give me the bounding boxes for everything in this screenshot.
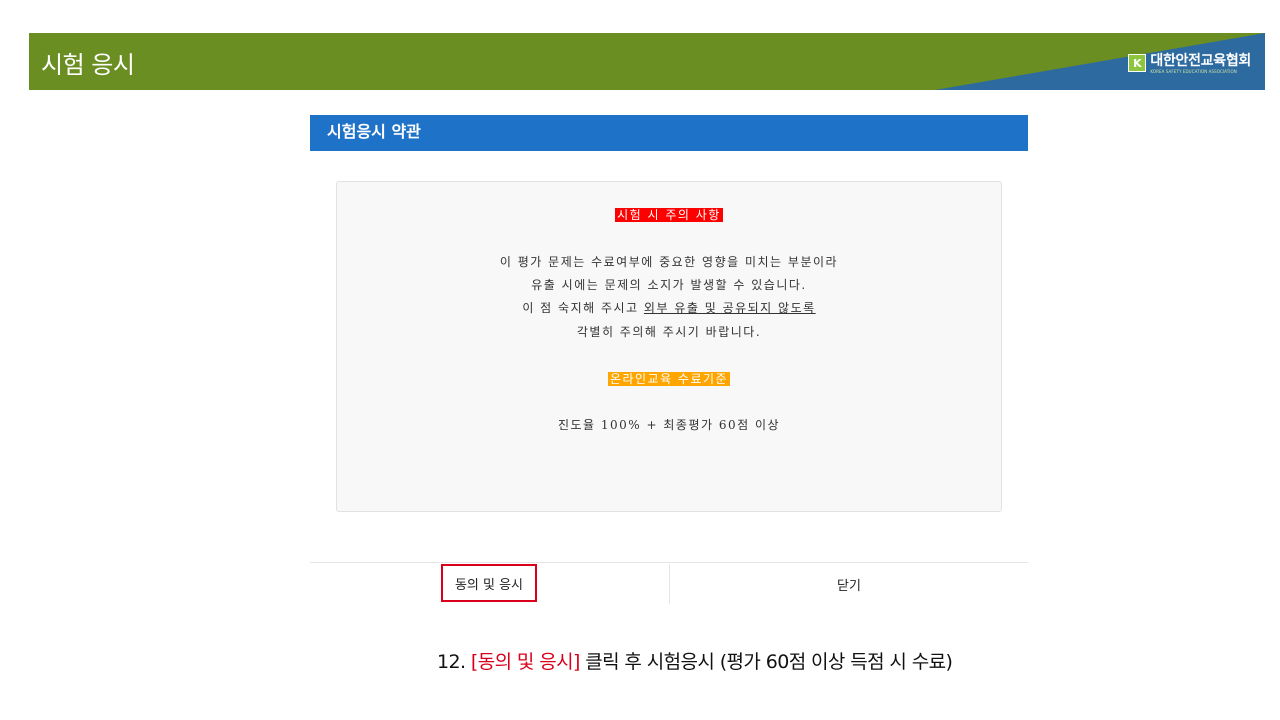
caution-line-3: 이 점 숙지해 주시고	[522, 301, 639, 315]
caption-highlight: [동의 및 응시]	[470, 651, 581, 673]
top-header-bar: 시험 응시 K 대한안전교육협회 KOREA SAFETY EDUCATION …	[29, 33, 1265, 90]
dialog-title: 시험응시 약관	[310, 115, 1028, 151]
caution-line-3-underlined: 외부 유출 및 공유되지 않도록	[643, 301, 816, 315]
page-title: 시험 응시	[41, 51, 135, 79]
button-divider	[310, 562, 1028, 563]
logo-subtitle: KOREA SAFETY EDUCATION ASSOCIATION	[1150, 69, 1237, 74]
exam-terms-dialog: 시험응시 약관 시험 시 주의 사항 이 평가 문제는 수료여부에 중요한 영향…	[310, 115, 1028, 604]
instruction-caption: 12. [동의 및 응시] 클릭 후 시험응시 (평가 60점 이상 득점 시 …	[437, 647, 953, 674]
agree-and-start-button[interactable]: 동의 및 응시	[441, 564, 537, 602]
logo-k-icon: K	[1128, 54, 1147, 72]
association-logo: K 대한안전교육협회 KOREA SAFETY EDUCATION ASSOCI…	[1128, 53, 1251, 74]
caption-rest: 클릭 후 시험응시 (평가 60점 이상 득점 시 수료)	[585, 651, 953, 673]
caution-line-2: 유출 시에는 문제의 소지가 발생할 수 있습니다.	[531, 278, 807, 292]
caution-line-4: 각별히 주의해 주시기 바랍니다.	[576, 325, 762, 339]
close-button[interactable]: 닫기	[670, 564, 1028, 604]
caution-heading: 시험 시 주의 사항	[615, 208, 723, 222]
logo-name: 대한안전교육협회	[1150, 53, 1251, 69]
criteria-heading: 온라인교육 수료기준	[607, 372, 731, 386]
terms-content-box: 시험 시 주의 사항 이 평가 문제는 수료여부에 중요한 영향을 미치는 부분…	[336, 181, 1002, 512]
caption-step: 12.	[437, 651, 466, 673]
criteria-text: 진도율 100% + 최종평가 60점 이상	[557, 418, 781, 432]
caution-line-1: 이 평가 문제는 수료여부에 중요한 영향을 미치는 부분이라	[499, 255, 839, 269]
